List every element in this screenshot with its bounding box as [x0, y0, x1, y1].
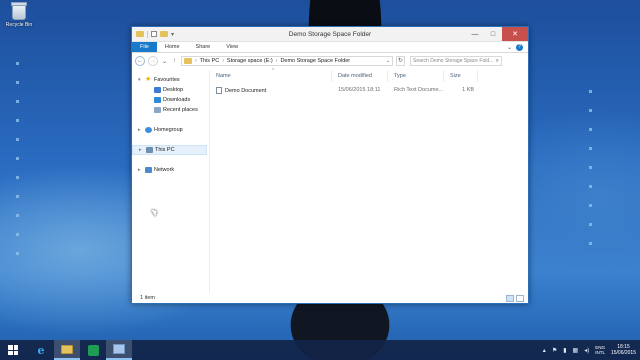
- help-icon[interactable]: ?: [516, 43, 523, 51]
- nav-network[interactable]: ▸ Network: [132, 165, 209, 175]
- taskbar-store[interactable]: [80, 340, 106, 360]
- details-view-button[interactable]: [506, 294, 514, 302]
- network-icon: [145, 167, 152, 173]
- column-size[interactable]: Size: [444, 70, 478, 82]
- tab-share[interactable]: Share: [188, 42, 219, 52]
- volume-icon[interactable]: ◂): [584, 347, 589, 354]
- file-date: 15/06/2015 18:11: [338, 87, 381, 93]
- recent-locations-icon[interactable]: ⌄: [161, 58, 168, 65]
- maximize-button[interactable]: □: [484, 27, 502, 41]
- network-status-icon[interactable]: ▦: [573, 347, 579, 354]
- taskbar-file-explorer[interactable]: [54, 340, 80, 360]
- close-button[interactable]: ✕: [502, 27, 528, 41]
- collapse-icon[interactable]: ▾: [138, 77, 143, 83]
- taskbar-storage-spaces[interactable]: [106, 340, 132, 360]
- file-name: Demo Document: [225, 87, 267, 94]
- storage-spaces-icon: [113, 344, 125, 354]
- desktop-decoration-left: [16, 62, 19, 271]
- desktop-decoration-right: [589, 90, 592, 261]
- clock[interactable]: 18:15 15/06/2015: [611, 344, 636, 356]
- tab-home[interactable]: Home: [157, 42, 188, 52]
- properties-icon[interactable]: [151, 31, 157, 37]
- customize-quick-access-icon[interactable]: ▾: [171, 31, 174, 38]
- file-row[interactable]: Demo Document 15/06/2015 18:11 Rich Text…: [210, 85, 528, 95]
- chevron-right-icon[interactable]: ›: [276, 58, 278, 64]
- minimize-button[interactable]: —: [466, 27, 484, 41]
- folder-icon: [136, 31, 144, 37]
- nav-this-pc[interactable]: ▸ This PC: [132, 145, 207, 155]
- show-hidden-icons-icon[interactable]: ▴: [543, 347, 546, 354]
- tab-view[interactable]: View: [218, 42, 246, 52]
- store-icon: [87, 344, 99, 356]
- item-count: 1 item: [140, 295, 155, 301]
- content-area: ▾ ★ Favourites Desktop Downloads Recent …: [132, 68, 528, 293]
- nav-downloads[interactable]: Downloads: [132, 95, 209, 105]
- navigation-pane: ▾ ★ Favourites Desktop Downloads Recent …: [132, 70, 210, 293]
- file-explorer-window: ▾ Demo Storage Space Folder — □ ✕ File H…: [131, 26, 529, 304]
- address-bar[interactable]: › This PC › Storage space (E:) › Demo St…: [181, 56, 393, 66]
- rtf-document-icon: [216, 86, 222, 94]
- title-bar[interactable]: ▾ Demo Storage Space Folder — □ ✕: [132, 27, 528, 42]
- desktop-icon: [154, 87, 161, 93]
- expand-icon[interactable]: ▸: [139, 147, 144, 153]
- up-button[interactable]: ↑: [171, 58, 178, 64]
- nav-recent-places[interactable]: Recent places: [132, 105, 209, 115]
- star-icon: ★: [145, 76, 152, 83]
- windows-logo-icon: [8, 345, 18, 355]
- chevron-right-icon[interactable]: ›: [195, 58, 197, 64]
- file-explorer-icon: [61, 344, 73, 354]
- power-icon[interactable]: ▮: [563, 347, 566, 354]
- file-list: ⌃ Name Date modified Type Size Demo Docu…: [210, 68, 528, 293]
- nav-homegroup[interactable]: ▸ Homegroup: [132, 125, 209, 135]
- column-headers: Name Date modified Type Size: [210, 70, 528, 82]
- breadcrumb-current-folder[interactable]: Demo Storage Space Folder: [280, 58, 350, 64]
- this-pc-icon: [146, 147, 153, 153]
- forward-button[interactable]: →: [148, 56, 158, 66]
- large-icons-view-button[interactable]: [516, 294, 524, 302]
- recycle-bin-label: Recycle Bin: [5, 22, 33, 28]
- homegroup-icon: [145, 127, 152, 133]
- taskbar-internet-explorer[interactable]: e: [28, 340, 54, 360]
- start-button[interactable]: [0, 340, 26, 360]
- breadcrumb-storage-space[interactable]: Storage space (E:): [227, 58, 273, 64]
- chevron-right-icon[interactable]: ›: [222, 58, 224, 64]
- internet-explorer-icon: e: [37, 343, 45, 357]
- sort-ascending-icon: ⌃: [271, 68, 276, 74]
- clock-date: 15/06/2015: [610, 350, 636, 356]
- nav-desktop[interactable]: Desktop: [132, 85, 209, 95]
- back-button[interactable]: ←: [135, 56, 145, 66]
- recycle-bin-icon: [11, 2, 27, 20]
- file-size: 1 KB: [462, 87, 474, 93]
- status-bar: 1 item: [132, 293, 528, 303]
- file-type: Rich Text Docume...: [394, 87, 444, 93]
- expand-icon[interactable]: ▸: [138, 127, 143, 133]
- expand-ribbon-icon[interactable]: ⌄: [507, 44, 512, 51]
- recycle-bin-desktop-icon[interactable]: Recycle Bin: [3, 2, 35, 28]
- column-type[interactable]: Type: [388, 70, 444, 82]
- address-dropdown-icon[interactable]: ⌄: [386, 58, 390, 64]
- nav-favourites[interactable]: ▾ ★ Favourites: [132, 75, 209, 85]
- path-folder-icon: [184, 58, 192, 64]
- search-placeholder: Search Demo Storage Space Fold...: [413, 58, 494, 64]
- address-row: ← → ⌄ ↑ › This PC › Storage space (E:) ›…: [132, 53, 528, 69]
- input-language-indicator[interactable]: ENG INTL: [595, 345, 605, 355]
- refresh-button[interactable]: ↻: [396, 56, 405, 66]
- search-icon: ⌕: [495, 57, 499, 64]
- column-date-modified[interactable]: Date modified: [332, 70, 388, 82]
- action-center-flag-icon[interactable]: ⚑: [552, 347, 557, 354]
- recent-places-icon: [154, 107, 161, 113]
- search-input[interactable]: Search Demo Storage Space Fold... ⌕: [410, 56, 502, 66]
- tab-file[interactable]: File: [132, 42, 157, 52]
- breadcrumb-this-pc[interactable]: This PC: [200, 58, 220, 64]
- ribbon-tabs: File Home Share View ⌄ ?: [132, 42, 528, 53]
- quick-access-toolbar: ▾: [132, 30, 174, 38]
- system-tray: ▴ ⚑ ▮ ▦ ◂) ENG INTL 18:15 15/06/2015: [543, 344, 640, 356]
- new-folder-icon[interactable]: [160, 31, 168, 37]
- taskbar: e ▴ ⚑ ▮ ▦ ◂) ENG INTL 18:15 15/06/2015: [0, 340, 640, 360]
- downloads-icon: [154, 97, 161, 103]
- expand-icon[interactable]: ▸: [138, 167, 143, 173]
